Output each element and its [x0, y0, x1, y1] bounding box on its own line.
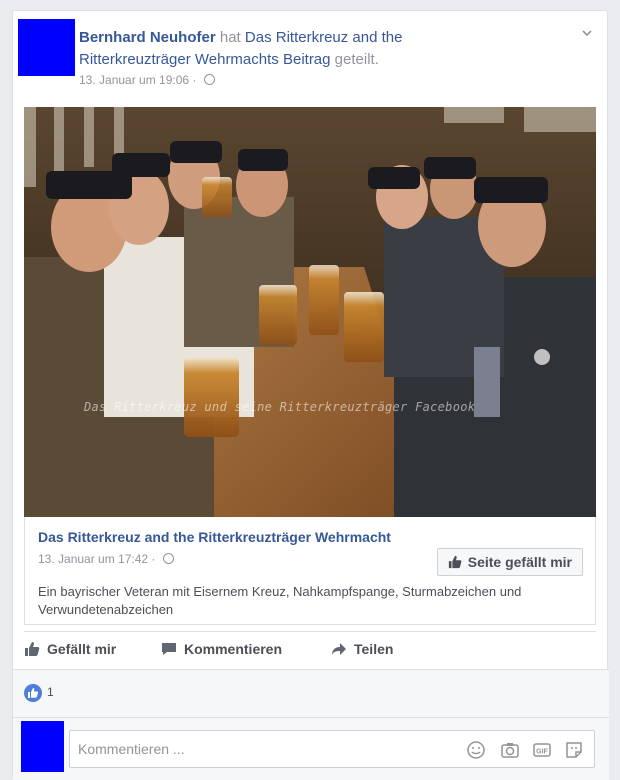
like-page-button[interactable]: Seite gefällt mir	[436, 548, 583, 576]
author-name-link[interactable]: Bernhard Neuhofer	[79, 29, 216, 46]
post-link[interactable]: Beitrag	[283, 51, 331, 68]
post-meta: 13. Januar um 19:06 ·	[79, 73, 215, 87]
shared-meta-separator: ·	[151, 552, 156, 566]
shared-description: Ein bayrischer Veteran mit Eisernem Kreu…	[38, 584, 522, 617]
page-suffix[interactable]: s	[271, 51, 279, 68]
camera-icon[interactable]	[500, 740, 520, 760]
post-card: Bernhard Neuhofer hat Das Ritterkreuz an…	[12, 10, 609, 780]
reaction-count[interactable]: 1	[47, 685, 54, 699]
post-timestamp[interactable]: 13. Januar um 19:06	[79, 73, 189, 87]
action-word: hat	[219, 29, 241, 46]
reactions-bar: 1	[13, 669, 609, 718]
like-button[interactable]: Gefällt mir	[24, 641, 116, 657]
shared-timestamp[interactable]: 13. Januar um 17:42	[38, 552, 148, 566]
comment-label: Kommentieren	[184, 641, 283, 657]
commenter-avatar	[21, 721, 64, 772]
author-avatar[interactable]	[18, 19, 75, 76]
shared-word: geteilt.	[334, 51, 379, 68]
gif-icon[interactable]: GIF	[532, 740, 552, 760]
shared-meta: 13. Januar um 17:42 ·	[38, 552, 174, 566]
share-label: Teilen	[354, 641, 394, 657]
thumbs-up-icon	[25, 642, 40, 656]
like-page-label: Seite gefällt mir	[467, 554, 572, 570]
svg-text:GIF: GIF	[536, 749, 548, 756]
photo-watermark: Das Ritterkreuz und seine Ritterkreuzträ…	[84, 400, 476, 414]
share-arrow-icon	[332, 643, 346, 655]
shared-page-title[interactable]: Das Ritterkreuz and the Ritterkreuzträge…	[38, 529, 391, 545]
thumbs-up-icon	[448, 555, 462, 569]
comment-input[interactable]: Kommentieren ... GIF	[69, 730, 595, 768]
emoji-icon[interactable]	[466, 740, 486, 760]
sticker-icon[interactable]	[564, 740, 584, 760]
post-photo[interactable]: Das Ritterkreuz und seine Ritterkreuzträ…	[24, 107, 596, 517]
speech-bubble-icon	[162, 643, 176, 655]
post-header: Bernhard Neuhofer hat Das Ritterkreuz an…	[79, 27, 499, 71]
like-label: Gefällt mir	[47, 641, 117, 657]
meta-separator: ·	[192, 73, 197, 87]
comment-composer: Kommentieren ... GIF	[13, 717, 609, 780]
chevron-down-icon[interactable]	[581, 27, 593, 39]
photo-illustration	[24, 107, 596, 517]
divider	[24, 631, 596, 632]
comment-button[interactable]: Kommentieren	[161, 641, 282, 657]
post-actions: Gefällt mir Kommentieren Teilen	[13, 637, 609, 665]
comment-placeholder: Kommentieren ...	[78, 741, 185, 757]
share-button[interactable]: Teilen	[331, 641, 393, 657]
globe-icon[interactable]	[203, 74, 215, 85]
like-reaction-icon[interactable]	[24, 684, 42, 702]
globe-icon	[162, 553, 174, 564]
shared-post-box[interactable]: Das Ritterkreuz and the Ritterkreuzträge…	[24, 517, 596, 625]
